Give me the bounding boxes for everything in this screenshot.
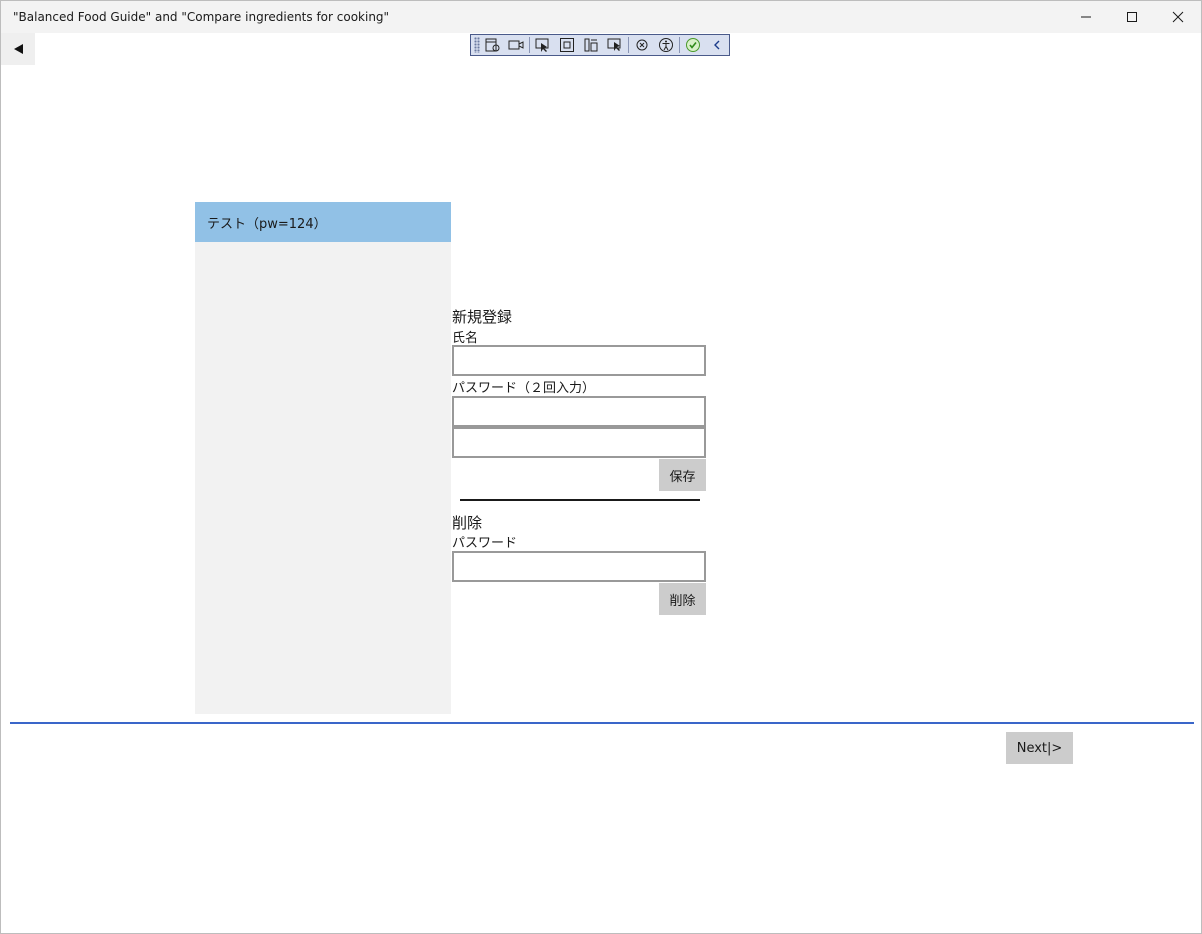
- toolbar-separator: [679, 37, 680, 53]
- title-bar: "Balanced Food Guide" and "Compare ingre…: [1, 1, 1201, 33]
- register-heading: 新規登録: [452, 308, 513, 326]
- hot-reload-icon[interactable]: [603, 35, 627, 55]
- user-list: テスト（pw=124）: [195, 202, 451, 714]
- checkmark-icon[interactable]: [681, 35, 705, 55]
- window-title: "Balanced Food Guide" and "Compare ingre…: [13, 10, 390, 24]
- toolbar-separator: [529, 37, 530, 53]
- save-button[interactable]: 保存: [659, 459, 706, 491]
- binding-failures-icon[interactable]: [630, 35, 654, 55]
- back-arrow-icon: [14, 44, 23, 54]
- close-icon: [1172, 11, 1184, 23]
- select-element-icon[interactable]: [531, 35, 555, 55]
- minimize-icon: [1081, 16, 1091, 18]
- accessibility-icon[interactable]: [654, 35, 678, 55]
- display-layout-adorners-icon[interactable]: [555, 35, 579, 55]
- name-label: 氏名: [452, 331, 479, 346]
- debug-toolbar: [470, 34, 730, 56]
- live-visual-tree-icon[interactable]: [480, 35, 504, 55]
- delete-heading: 削除: [452, 514, 483, 532]
- section-divider: [460, 499, 700, 501]
- delete-password-input[interactable]: [452, 551, 706, 582]
- toolbar-separator: [628, 37, 629, 53]
- minimize-button[interactable]: [1063, 1, 1109, 33]
- maximize-button[interactable]: [1109, 1, 1155, 33]
- collapse-chevron-icon[interactable]: [705, 35, 729, 55]
- next-button[interactable]: Next|>: [1006, 732, 1073, 764]
- delete-button[interactable]: 削除: [659, 583, 706, 615]
- track-focus-icon[interactable]: [579, 35, 603, 55]
- back-button[interactable]: [1, 33, 35, 65]
- delete-password-label: パスワード: [452, 536, 518, 551]
- password-confirm-input[interactable]: [452, 427, 706, 458]
- user-list-item-label: テスト（pw=124）: [207, 217, 327, 232]
- record-icon[interactable]: [504, 35, 528, 55]
- password-label: パスワード（２回入力）: [452, 381, 596, 396]
- footer-divider: [10, 722, 1194, 724]
- password-input[interactable]: [452, 396, 706, 427]
- user-list-item[interactable]: テスト（pw=124）: [195, 202, 451, 242]
- name-input[interactable]: [452, 345, 706, 376]
- app-window: "Balanced Food Guide" and "Compare ingre…: [0, 0, 1202, 934]
- maximize-icon: [1127, 12, 1137, 22]
- close-button[interactable]: [1155, 1, 1201, 33]
